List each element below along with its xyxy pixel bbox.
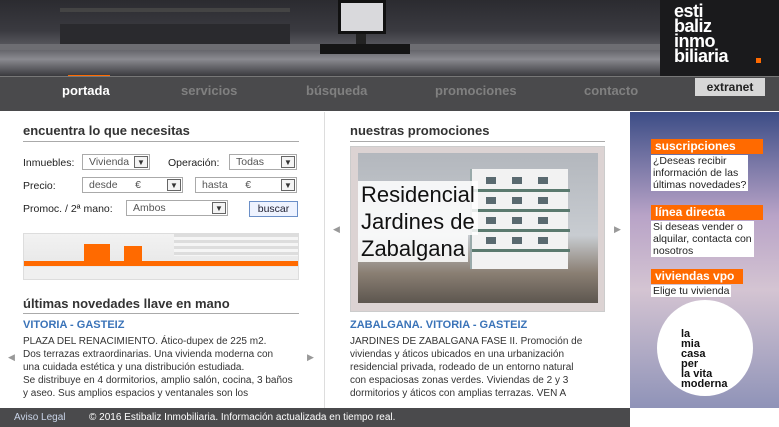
nav-promociones[interactable]: promociones — [435, 83, 517, 98]
divider — [23, 141, 299, 142]
divider — [350, 141, 605, 142]
suscripciones-link[interactable]: ¿Deseas recibir información de las últim… — [651, 155, 749, 191]
nav-servicios[interactable]: servicios — [181, 83, 237, 98]
precio-label: Precio: — [23, 180, 56, 192]
novedad-city-link[interactable]: VITORIA - GASTEIZ — [23, 319, 124, 331]
building-illustration — [470, 169, 570, 269]
brand-logo[interactable]: esti baliz inmo biliaria — [674, 2, 729, 65]
main-nav: portada servicios búsqueda promociones c… — [0, 76, 779, 111]
divider — [23, 313, 299, 314]
chevron-down-icon[interactable]: ▼ — [281, 179, 295, 191]
promo-building-image[interactable]: Residencial Jardines de Zabalgana — [358, 153, 598, 303]
inmuebles-select[interactable]: Vivienda ▼ — [82, 154, 150, 170]
novedad-description[interactable]: PLAZA DEL RENACIMIENTO. Ático-dupex de 2… — [23, 335, 308, 400]
operacion-select[interactable]: Todas ▼ — [229, 154, 297, 170]
inmuebles-label: Inmuebles: — [23, 157, 75, 169]
next-arrow-icon[interactable]: ▶ — [307, 352, 314, 363]
promoc-label: Promoc. / 2ª mano: — [23, 203, 113, 215]
promo-city-link[interactable]: ZABALGANA. VITORIA - GASTEIZ — [350, 319, 527, 331]
novedades-title: últimas novedades llave en mano — [23, 296, 230, 311]
buscar-button[interactable]: buscar — [249, 201, 298, 217]
promociones-title: nuestras promociones — [350, 123, 490, 138]
promo-image-caption: Residencial Jardines de Zabalgana — [358, 181, 482, 262]
tv-image — [338, 0, 386, 34]
nav-extranet[interactable]: extranet — [695, 78, 765, 96]
nav-busqueda[interactable]: búsqueda — [306, 83, 367, 98]
promo-description[interactable]: JARDINES DE ZABALGANA FASE II. Promoción… — [350, 335, 610, 400]
precio-hasta-select[interactable]: hasta € ▼ — [195, 177, 297, 193]
nav-portada[interactable]: portada — [62, 83, 110, 98]
prev-arrow-icon[interactable]: ◀ — [8, 352, 15, 363]
viviendas-vpo-link[interactable]: Elige tu vivienda — [651, 285, 732, 297]
chevron-down-icon[interactable]: ▼ — [212, 202, 226, 214]
prev-arrow-icon[interactable]: ◀ — [333, 224, 340, 235]
chevron-down-icon[interactable]: ▼ — [134, 156, 148, 168]
linea-directa-link[interactable]: Si deseas vender o alquilar, contacta co… — [651, 221, 754, 257]
search-title: encuentra lo que necesitas — [23, 123, 190, 138]
precio-desde-select[interactable]: desde € ▼ — [82, 177, 183, 193]
interior-banner-image[interactable] — [23, 233, 299, 280]
slogan-text: la mia casa per la vita moderna — [681, 328, 728, 390]
copyright-text: © 2016 Estibaliz Inmobiliaria. Informaci… — [89, 412, 396, 423]
brand-dot — [756, 58, 761, 63]
suscripciones-heading[interactable]: suscripciones — [651, 139, 763, 154]
aviso-legal-link[interactable]: Aviso Legal — [14, 408, 66, 427]
chevron-down-icon[interactable]: ▼ — [167, 179, 181, 191]
chevron-down-icon[interactable]: ▼ — [281, 156, 295, 168]
footer: Aviso Legal © 2016 Estibaliz Inmobiliari… — [0, 408, 630, 427]
column-divider — [324, 112, 325, 408]
promoc-select[interactable]: Ambos ▼ — [126, 200, 228, 216]
linea-directa-heading[interactable]: línea directa — [651, 205, 763, 220]
header: esti baliz inmo biliaria — [0, 0, 779, 76]
header-photo — [0, 0, 660, 76]
next-arrow-icon[interactable]: ▶ — [614, 224, 621, 235]
nav-contacto[interactable]: contacto — [584, 83, 638, 98]
operacion-label: Operación: — [168, 157, 220, 169]
viviendas-vpo-heading[interactable]: viviendas vpo — [651, 269, 743, 284]
